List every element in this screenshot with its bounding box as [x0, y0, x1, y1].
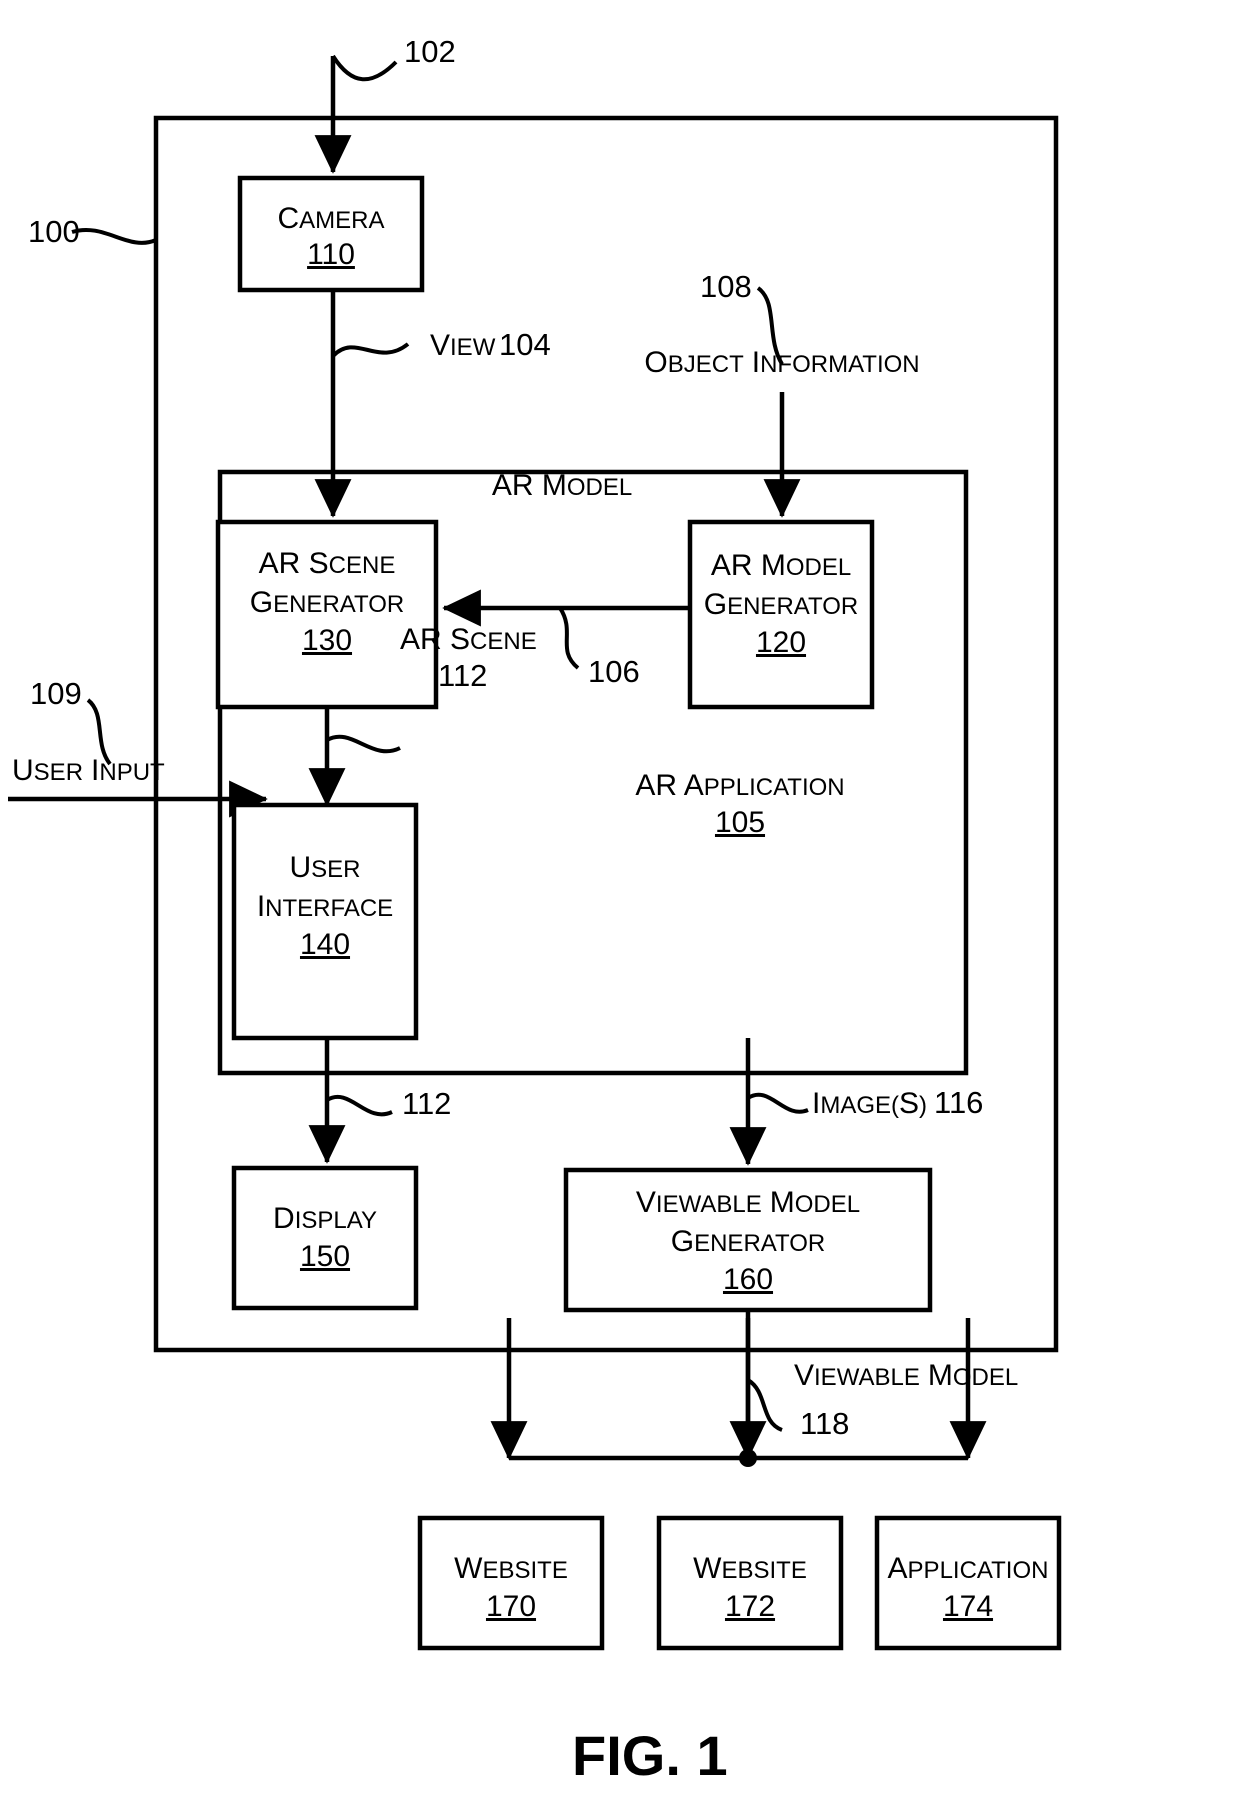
patent-figure-1: 100 102 CAMERA 110 VIEW 104 108 OBJECT IN… [0, 0, 1240, 1816]
leader-line-104 [331, 342, 410, 358]
block-camera-ref: 110 [307, 238, 355, 271]
leader-line-112-display [325, 1095, 393, 1117]
signal-view-label: VIEW [430, 329, 496, 362]
block-website-172-label: WEBSITE [693, 1552, 807, 1585]
input-user-input-label: USER INPUT [12, 754, 165, 787]
ref-108: 108 [700, 269, 752, 304]
block-application-174-label: APPLICATION [888, 1552, 1049, 1585]
leader-line-118 [746, 1378, 783, 1432]
ref-106: 106 [588, 654, 640, 689]
signal-images-ref: 116 [934, 1085, 983, 1120]
block-ar-scene-generator-ref: 130 [302, 624, 352, 657]
signal-ar-scene-label: AR SCENE [400, 623, 537, 656]
block-display-ref: 150 [300, 1240, 350, 1273]
block-viewable-model-generator-line1: VIEWABLE MODEL [636, 1186, 860, 1219]
block-website-170-label: WEBSITE [454, 1552, 568, 1585]
block-ar-model-generator-line1: AR MODEL [711, 549, 851, 582]
container-ar-application-label: AR APPLICATION [635, 769, 844, 802]
figure-title: FIG. 1 [572, 1724, 728, 1787]
block-viewable-model-generator-line2: GENERATOR [671, 1225, 825, 1258]
input-object-information-label: OBJECT INFORMATION [644, 346, 919, 379]
block-camera [237, 175, 425, 293]
leader-line-100 [71, 228, 157, 245]
ref-109: 109 [30, 676, 82, 711]
ref-102: 102 [404, 34, 456, 69]
block-display [231, 1165, 419, 1311]
block-ar-scene-generator-line2: GENERATOR [250, 586, 404, 619]
block-ar-model-generator-ref: 120 [756, 626, 806, 659]
leader-line-106 [558, 606, 580, 670]
signal-viewable-model-ref: 118 [800, 1406, 849, 1441]
container-ar-application-ref: 105 [715, 806, 765, 839]
block-ar-scene-generator-line1: AR SCENE [259, 547, 396, 580]
signal-images-label: IMAGE(S) [812, 1087, 927, 1120]
leader-line-112-scene [326, 734, 401, 754]
diagram-canvas: 100 102 CAMERA 110 VIEW 104 108 OBJECT IN… [8, 34, 1062, 1787]
block-website-172-ref: 172 [725, 1590, 775, 1623]
block-user-interface-line1-real: USER [289, 851, 360, 884]
system-boundary-box [153, 115, 1059, 1353]
ref-112-display: 112 [402, 1086, 451, 1121]
block-ar-model-generator-line2: GENERATOR [704, 588, 858, 621]
block-user-interface-ref: 140 [300, 928, 350, 961]
signal-ar-model-label: AR MODEL [492, 469, 632, 502]
ref-100: 100 [28, 214, 80, 249]
block-display-label: DISPLAY [273, 1202, 377, 1235]
block-website-170-ref: 170 [486, 1590, 536, 1623]
block-viewable-model-generator-ref: 160 [723, 1263, 773, 1296]
leader-line-102 [331, 54, 398, 82]
block-application-174-ref: 174 [943, 1590, 993, 1623]
signal-viewable-model-label: VIEWABLE MODEL [794, 1359, 1018, 1392]
leader-line-116 [746, 1092, 809, 1114]
block-camera-label: CAMERA [277, 202, 384, 235]
signal-view-ref: 104 [499, 327, 551, 362]
signal-ar-scene-ref: 112 [438, 658, 487, 693]
block-user-interface-line2: INTERFACE [257, 890, 393, 923]
